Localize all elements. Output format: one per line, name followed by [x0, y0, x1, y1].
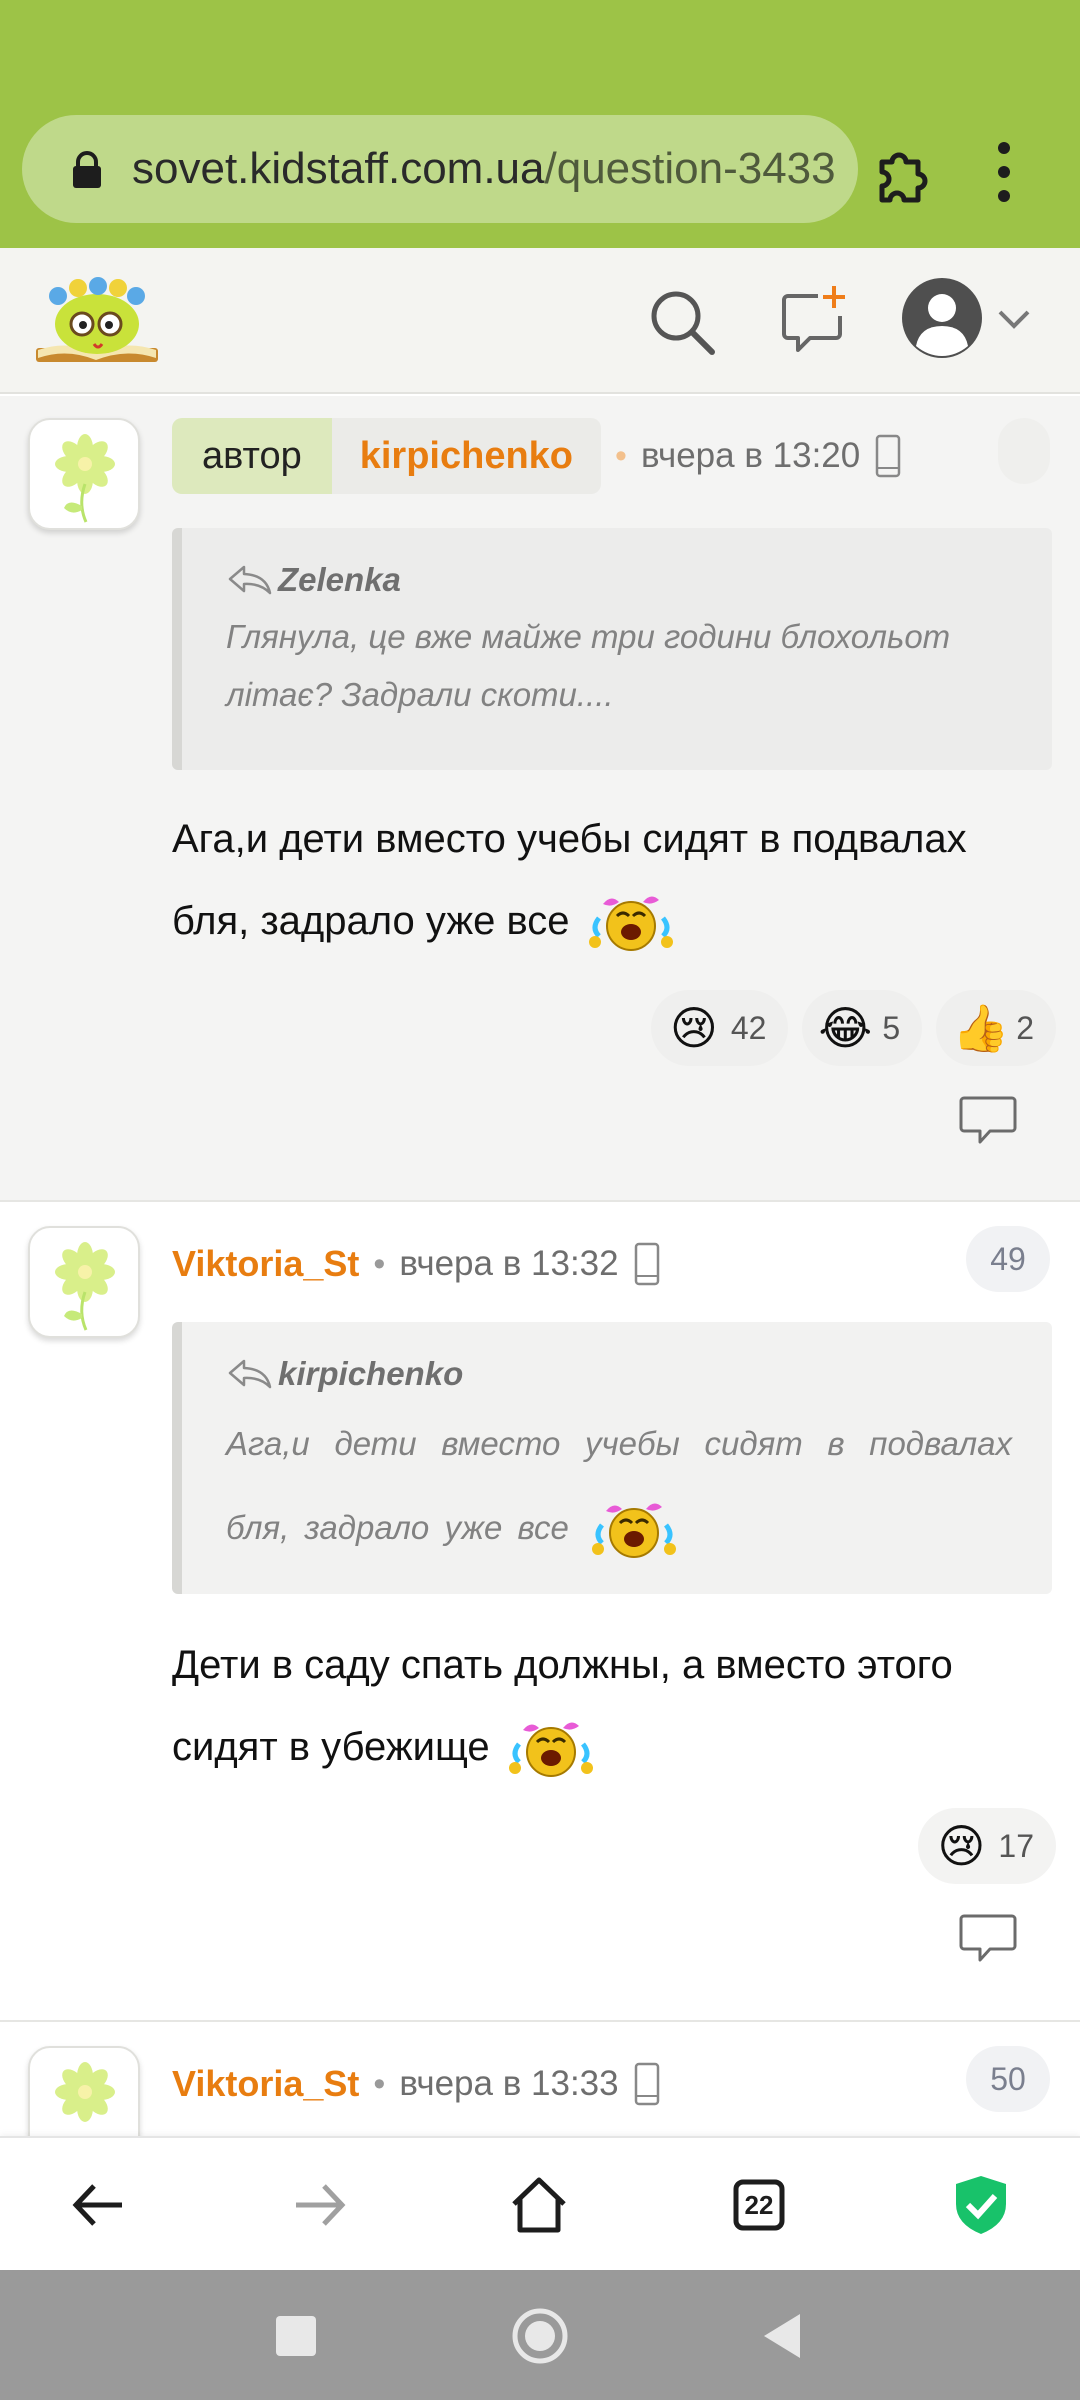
browser-bottom-nav: 22 [0, 2136, 1080, 2270]
tabs-icon[interactable]: 22 [724, 2170, 794, 2240]
browser-toolbar: sovet.kidstaff.com.ua/question-3433 [0, 0, 1080, 248]
avatar[interactable] [28, 418, 140, 530]
kidstaff-logo[interactable] [32, 266, 162, 376]
avatar[interactable] [28, 1226, 140, 1338]
comment-meta: Viktoria_St • вчера в 13:33 [172, 2044, 661, 2124]
system-navigation-bar [0, 2270, 1080, 2400]
site-header [0, 248, 1080, 394]
username[interactable]: Viktoria_St [172, 1243, 359, 1285]
url-text: sovet.kidstaff.com.ua/question-3433 [132, 143, 858, 195]
new-question-icon[interactable] [778, 284, 850, 356]
extensions-icon[interactable] [868, 136, 940, 208]
back-triangle-icon[interactable] [754, 2306, 814, 2366]
reply-arrow-icon [228, 1359, 272, 1389]
comment-text-line-2: сидят в убежище [172, 1725, 490, 1769]
back-icon[interactable] [64, 2170, 134, 2240]
username[interactable]: Viktoria_St [172, 2063, 359, 2105]
sad-emoji-icon: 😢 [669, 1002, 718, 1054]
comment-time[interactable]: вчера в 13:32 [399, 1244, 618, 1284]
quote-author-name: kirpichenko [278, 1355, 464, 1392]
comment: Viktoria_St • вчера в 13:32 49 kirpichen… [0, 1204, 1080, 2022]
reaction-count: 2 [1016, 1009, 1034, 1046]
home-icon[interactable] [504, 2170, 574, 2240]
thumbs-up-emoji-icon: 👍 [952, 1002, 1010, 1054]
reaction-count: 17 [998, 1827, 1034, 1864]
separator-dot: • [373, 2064, 386, 2103]
username[interactable]: kirpichenko [331, 418, 602, 494]
reply-arrow-icon [228, 565, 272, 595]
author-tag: автор kirpichenko [172, 418, 602, 494]
quote-block: kirpichenko Ага,и дети вместо учебы сидя… [172, 1322, 1052, 1594]
lock-icon [73, 151, 101, 188]
crying-smiley-icon [588, 896, 673, 952]
comment-number[interactable]: 49 [966, 1226, 1050, 1292]
author-label: автор [172, 418, 332, 494]
comment: автор kirpichenko • вчера в 13:20 Zelenk… [0, 396, 1080, 1202]
reaction-thumbs-up[interactable]: 👍 2 [936, 990, 1056, 1066]
quote-block: Zelenka Глянула, це вже майже три години… [172, 528, 1052, 770]
comment-number[interactable] [998, 418, 1050, 484]
reactions-bar: 😢 42 😂 5 👍 2 [650, 990, 1056, 1066]
mobile-device-icon [875, 434, 901, 478]
reaction-sad[interactable]: 😢 17 [918, 1808, 1056, 1884]
reaction-count: 42 [730, 1009, 767, 1046]
avatar[interactable] [28, 2046, 140, 2144]
home-circle-icon[interactable] [510, 2306, 570, 2366]
quote-text: Глянула, це вже майже три години блохоль… [226, 618, 951, 713]
mobile-device-icon [634, 2062, 659, 2106]
reaction-count: 5 [882, 1009, 901, 1046]
chevron-down-icon[interactable] [994, 304, 1034, 334]
comment-number[interactable]: 50 [966, 2046, 1050, 2112]
crying-smiley-icon [508, 1722, 593, 1778]
quote-author-name: Zelenka [278, 561, 401, 598]
reaction-sad[interactable]: 😢 42 [650, 990, 789, 1066]
separator-dot: • [373, 1244, 386, 1283]
crying-smiley-icon [592, 1503, 677, 1559]
user-avatar-icon[interactable] [900, 276, 984, 360]
search-icon[interactable] [646, 286, 718, 358]
url-path: /question-3433 [544, 144, 836, 193]
comment-text-content: Ага,и дети вместо учебы сидят в подвалах… [172, 817, 967, 943]
menu-dots-icon[interactable] [984, 138, 1024, 206]
comment-text: Ага,и дети вместо учебы сидят в подвалах… [172, 798, 1052, 962]
comment-time[interactable]: вчера в 13:20 [641, 436, 860, 476]
reply-comment-icon[interactable] [958, 1912, 1018, 1964]
quote-text: Ага,и дети вместо учебы сидят в подвалах… [226, 1402, 1012, 1570]
flower-avatar-icon [55, 2062, 115, 2122]
comment-text-line: Дети в саду спать должны, а вместо этого [172, 1643, 953, 1687]
flower-avatar-icon [55, 434, 115, 523]
quote-author[interactable]: Zelenka [226, 556, 1012, 604]
address-bar[interactable]: sovet.kidstaff.com.ua/question-3433 [22, 115, 858, 223]
recents-icon[interactable] [266, 2306, 326, 2366]
comment-meta: Viktoria_St • вчера в 13:32 [172, 1224, 661, 1304]
reactions-bar: 😢 17 [918, 1808, 1056, 1884]
reaction-laugh[interactable]: 😂 5 [802, 990, 923, 1066]
mobile-device-icon [634, 1242, 659, 1286]
sad-emoji-icon: 😢 [937, 1820, 986, 1872]
separator-dot: • [615, 436, 627, 475]
tab-count: 22 [744, 2190, 774, 2220]
comment-meta: автор kirpichenko • вчера в 13:20 [172, 416, 902, 496]
laugh-emoji-icon: 😂 [818, 1002, 873, 1054]
forward-icon[interactable] [284, 2170, 354, 2240]
url-domain: sovet.kidstaff.com.ua [132, 144, 545, 193]
flower-avatar-icon [55, 1242, 115, 1331]
shield-icon[interactable] [946, 2170, 1016, 2240]
comment-text-line: сидят в убежище [172, 1706, 1052, 1788]
comment: Viktoria_St • вчера в 13:33 50 [0, 2024, 1080, 2144]
quote-author[interactable]: kirpichenko [226, 1350, 1012, 1398]
comment-time[interactable]: вчера в 13:33 [399, 2064, 618, 2104]
reply-comment-icon[interactable] [958, 1094, 1018, 1146]
comment-text: Дети в саду спать должны, а вместо этого… [172, 1624, 1052, 1788]
